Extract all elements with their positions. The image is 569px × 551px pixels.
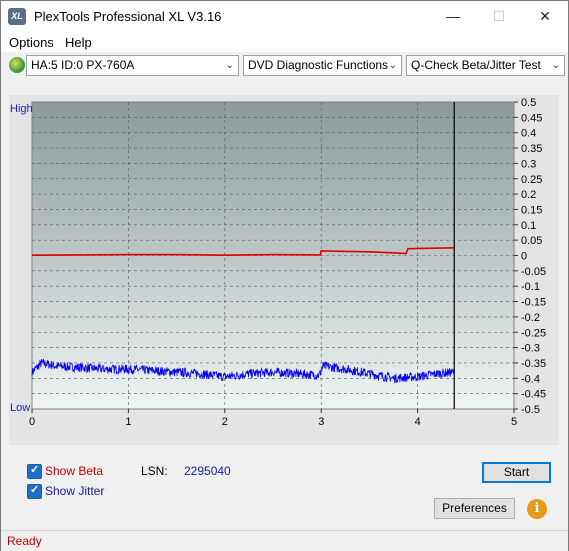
x-tick-label: 5 (511, 416, 517, 428)
menu-bar: Options Help (1, 32, 568, 52)
y-tick-label: 0.15 (521, 204, 542, 216)
y-tick-label: -0.5 (521, 404, 540, 416)
y-tick-label: 0.3 (521, 158, 536, 170)
show-jitter-label[interactable]: Show Jitter (45, 484, 104, 498)
test-select-value: Q-Check Beta/Jitter Test (411, 58, 541, 72)
y-tick-label: 0.05 (521, 235, 542, 247)
app-window: XL PlexTools Professional XL V3.16 — ☐ ✕… (0, 0, 569, 551)
chevron-down-icon: ⌄ (225, 60, 234, 71)
drive-select-value: HA:5 ID:0 PX-760A (31, 58, 135, 72)
control-panel: ✓ Show Beta ✓ Show Jitter LSN: 2295040 S… (9, 456, 559, 526)
drive-icon (9, 57, 25, 73)
y-tick-label: 0.2 (521, 189, 536, 201)
high-label: High (10, 103, 33, 115)
y-tick-label: -0.2 (521, 312, 540, 324)
status-bar: Ready (1, 530, 568, 551)
test-select[interactable]: Q-Check Beta/Jitter Test ⌄ (406, 55, 565, 76)
function-select[interactable]: DVD Diagnostic Functions ⌄ (243, 55, 402, 76)
y-tick-label: 0.1 (521, 220, 536, 232)
app-logo-icon: XL (8, 8, 26, 25)
chart-area: High Low 0.5 0.45 0.4 0.35 0.3 0.25 0.2 0.15 0.1… (9, 95, 559, 445)
x-tick-label: 0 (29, 416, 35, 428)
y-tick-label: -0.25 (521, 327, 546, 339)
function-select-value: DVD Diagnostic Functions (248, 58, 389, 72)
beta-jitter-chart: High Low 0.50.450.40.350.30.250.20.150.1… (10, 97, 546, 428)
drive-select[interactable]: HA:5 ID:0 PX-760A ⌄ (26, 55, 239, 76)
y-tick-label: -0.1 (521, 281, 540, 293)
y-tick-label: -0.45 (521, 389, 546, 401)
checkmark-icon: ✓ (30, 464, 40, 476)
menu-help[interactable]: Help (65, 35, 92, 50)
y-tick-label: 0 (521, 251, 527, 263)
start-button[interactable]: Start (482, 462, 551, 483)
show-beta-label[interactable]: Show Beta (45, 464, 103, 478)
menu-options[interactable]: Options (9, 35, 54, 50)
y-tick-label: 0.4 (521, 128, 536, 140)
title-bar[interactable]: XL PlexTools Professional XL V3.16 — ☐ ✕ (1, 1, 568, 32)
show-beta-checkbox[interactable]: ✓ (27, 464, 42, 479)
window-title: PlexTools Professional XL V3.16 (34, 9, 222, 24)
info-icon[interactable]: i (527, 499, 547, 519)
show-jitter-checkbox[interactable]: ✓ (27, 484, 42, 499)
x-tick-label: 4 (415, 416, 421, 428)
minimize-button[interactable]: — (430, 1, 476, 32)
y-tick-label: 0.25 (521, 174, 542, 186)
preferences-button[interactable]: Preferences (434, 498, 515, 519)
y-tick-label: 0.35 (521, 143, 542, 155)
y-tick-label: -0.15 (521, 297, 546, 309)
low-label: Low (10, 402, 30, 414)
y-tick-label: 0.45 (521, 112, 542, 124)
x-tick-label: 3 (318, 416, 324, 428)
y-tick-label: 0.5 (521, 97, 536, 109)
lsn-value: 2295040 (184, 464, 231, 478)
y-tick-label: -0.05 (521, 266, 546, 278)
y-tick-label: -0.4 (521, 373, 540, 385)
checkmark-icon: ✓ (30, 484, 40, 496)
lsn-label: LSN: (141, 464, 168, 478)
y-tick-label: -0.3 (521, 343, 540, 355)
x-tick-label: 1 (125, 416, 131, 428)
chevron-down-icon: ⌄ (388, 60, 397, 71)
toolbar: HA:5 ID:0 PX-760A ⌄ DVD Diagnostic Funct… (1, 52, 568, 80)
maximize-button[interactable]: ☐ (476, 1, 522, 32)
chevron-down-icon: ⌄ (551, 60, 560, 71)
status-text: Ready (7, 534, 42, 548)
y-tick-label: -0.35 (521, 358, 546, 370)
x-tick-label: 2 (222, 416, 228, 428)
close-button[interactable]: ✕ (522, 1, 568, 32)
